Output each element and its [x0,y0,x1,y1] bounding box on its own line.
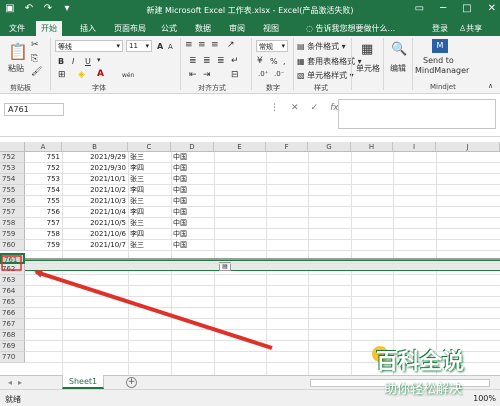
arrow-line [34,270,273,350]
add-sheet-icon[interactable]: + [126,377,137,388]
sheet-tab-sheet1[interactable]: Sheet1 [62,375,104,389]
sheet-nav-arrows[interactable]: ◂▸ [8,378,28,387]
highlight-box [1,255,22,271]
watermark-sub-text: 助你轻松解决 [384,382,463,397]
status-text: 就绪 [5,395,21,404]
watermark-logo: 百科全说 助你轻松解决 [372,344,498,400]
watermark-main-text: 百科全说 [376,350,465,375]
